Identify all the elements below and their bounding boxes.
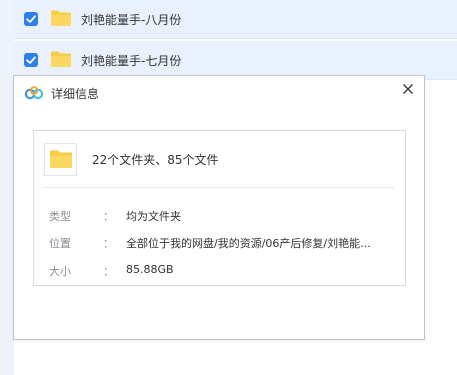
- field-label: 位置: [49, 237, 71, 250]
- field-value: 均为文件夹: [126, 210, 181, 223]
- field-label: 大小: [49, 265, 71, 278]
- field-colon: ：: [103, 265, 114, 278]
- left-panel-strip: [0, 0, 14, 375]
- field-label: 类型: [49, 210, 71, 223]
- row-checkbox[interactable]: [24, 12, 38, 26]
- field-colon: ：: [103, 237, 114, 250]
- checkmark-icon: [26, 56, 36, 64]
- field-colon: ：: [103, 210, 114, 223]
- divider: [43, 187, 394, 188]
- file-row[interactable]: 刘艳能量手-八月份: [14, 0, 457, 39]
- info-card: 22个文件夹、85个文件 类型 ： 均为文件夹 位置 ： 全部位于我的网盘/我的…: [33, 130, 406, 286]
- baidu-netdisk-logo-icon: [24, 86, 44, 100]
- checkmark-icon: [26, 15, 36, 23]
- dialog-header: 详细信息: [14, 76, 424, 109]
- close-icon[interactable]: [400, 81, 416, 97]
- dialog-title: 详细信息: [51, 87, 100, 101]
- row-checkbox[interactable]: [24, 53, 38, 67]
- field-value: 85.88GB: [126, 263, 174, 276]
- file-name[interactable]: 刘艳能量手-七月份: [81, 52, 181, 69]
- details-dialog: 详细信息 22个文件夹、85个文件 类型 ： 均为文件夹 位置 ： 全部位于我的…: [13, 75, 425, 340]
- folder-icon: [50, 150, 72, 168]
- field-value[interactable]: 全部位于我的网盘/我的资源/06产后修复/刘艳能...: [126, 235, 371, 251]
- file-name[interactable]: 刘艳能量手-八月份: [81, 11, 181, 28]
- close-button[interactable]: [400, 81, 416, 97]
- summary-icon-box: [44, 143, 77, 176]
- folder-icon: [51, 51, 71, 67]
- selection-summary: 22个文件夹、85个文件: [92, 153, 219, 167]
- folder-icon: [51, 10, 71, 26]
